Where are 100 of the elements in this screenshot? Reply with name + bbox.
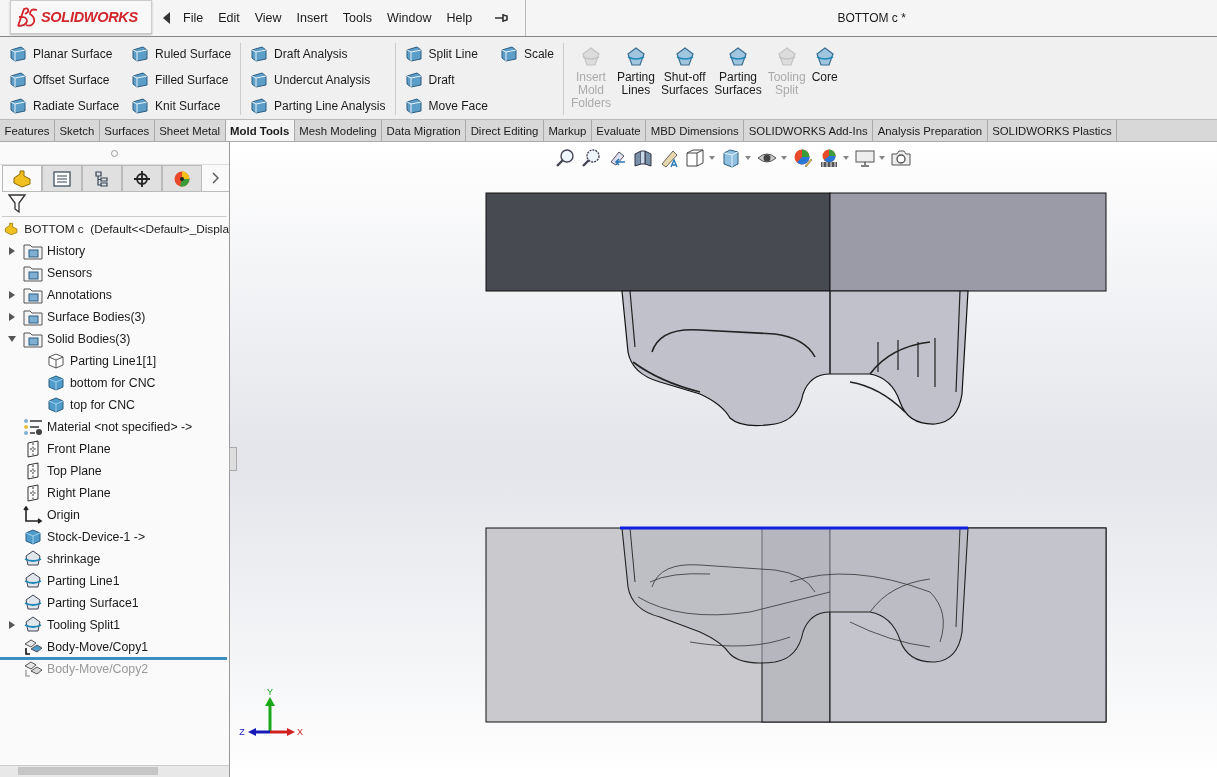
tree-item[interactable]: Origin xyxy=(47,508,80,522)
folder-icon xyxy=(23,330,43,348)
tree-item[interactable]: bottom for CNC xyxy=(70,376,156,390)
cube-icon xyxy=(23,528,43,546)
logo-text: SOLIDWORKS xyxy=(41,9,138,25)
panel-resize-handle[interactable] xyxy=(229,447,237,471)
ribbon-tab[interactable]: Mold Tools xyxy=(225,120,295,141)
tree-item[interactable]: Top Plane xyxy=(47,464,102,478)
ribbon-tool[interactable]: Draft Analysis xyxy=(247,41,389,67)
tree-item[interactable]: BOTTOM c (Default<<Default>_Displa xyxy=(24,222,229,236)
caret-icon[interactable] xyxy=(781,156,787,160)
ribbon-tool[interactable]: Offset Surface xyxy=(6,67,123,93)
ribbon-tool[interactable]: Parting Line Analysis xyxy=(247,93,389,119)
tree-item[interactable]: Front Plane xyxy=(47,442,111,456)
tree-item[interactable]: Sensors xyxy=(47,266,93,280)
scene-icon[interactable] xyxy=(819,148,839,168)
axes-icon xyxy=(23,506,43,524)
annotation-icon[interactable] xyxy=(659,148,679,168)
axis-label: X xyxy=(297,727,303,737)
tree-item[interactable]: shrinkage xyxy=(47,552,101,566)
menu-item[interactable]: Edit xyxy=(218,11,240,25)
collapsed-arrow-icon[interactable] xyxy=(8,621,16,629)
tree-item[interactable]: Parting Line1[1] xyxy=(70,354,157,368)
menu-item[interactable]: File xyxy=(183,11,204,25)
folder-icon xyxy=(23,308,43,326)
part-icon xyxy=(4,220,19,238)
expanded-arrow-icon[interactable] xyxy=(8,335,16,343)
collapsed-arrow-icon[interactable] xyxy=(8,291,16,299)
ribbon-button[interactable]: Parting Surfaces xyxy=(713,47,763,119)
shape-icon xyxy=(579,47,602,67)
tree-item[interactable]: Parting Line1 xyxy=(47,574,120,588)
tree-item[interactable]: Tooling Split1 xyxy=(47,618,121,632)
menu-item[interactable]: View xyxy=(254,11,282,25)
ribbon-tool[interactable]: Planar Surface xyxy=(6,41,123,67)
shape-icon xyxy=(131,46,150,62)
shape-icon xyxy=(673,47,696,67)
monitor-icon[interactable] xyxy=(855,148,875,168)
menu-item[interactable]: Tools xyxy=(342,11,373,25)
caret-icon[interactable] xyxy=(745,156,751,160)
document-title: BOTTOM c * xyxy=(837,11,906,25)
left-arrow-icon[interactable] xyxy=(163,12,171,24)
tree-item[interactable]: Annotations xyxy=(47,288,112,302)
ribbon-tool[interactable]: Scale xyxy=(496,41,557,67)
folder-icon xyxy=(23,242,43,260)
caret-icon[interactable] xyxy=(843,156,849,160)
ribbon-tool[interactable]: Radiate Surface xyxy=(6,93,123,119)
tree-item[interactable]: Right Plane xyxy=(47,486,111,500)
menu-item[interactable]: Window xyxy=(387,11,432,25)
cube-icon xyxy=(46,352,66,370)
pin-icon[interactable] xyxy=(495,13,510,23)
caret-icon[interactable] xyxy=(709,156,715,160)
folder-icon xyxy=(23,264,43,282)
scrollbar-thumb[interactable] xyxy=(18,767,158,775)
zoom-icon[interactable] xyxy=(581,148,601,168)
cube-icon xyxy=(46,396,66,414)
shape-icon xyxy=(404,98,423,114)
caret-icon[interactable] xyxy=(879,156,885,160)
camera-icon[interactable] xyxy=(891,148,911,168)
cube-icon[interactable] xyxy=(685,148,705,168)
panel-tab[interactable] xyxy=(122,165,162,191)
section-view-icon[interactable] xyxy=(633,148,653,168)
ribbon-button[interactable]: Shut-off Surfaces xyxy=(659,47,710,119)
tree-item[interactable]: History xyxy=(47,244,86,258)
ribbon-tool[interactable]: Knit Surface xyxy=(128,93,235,119)
ribbon-tool[interactable]: Split Line xyxy=(401,41,491,67)
chevron-right-icon[interactable] xyxy=(212,172,220,184)
crosshair-icon xyxy=(132,169,152,188)
tree-item[interactable]: Parting Surface1 xyxy=(47,596,139,610)
z-axis-arrow xyxy=(248,728,270,736)
tree-item[interactable]: Solid Bodies(3) xyxy=(47,332,131,346)
collapsed-arrow-icon[interactable] xyxy=(8,247,16,255)
cube-icon xyxy=(46,374,66,392)
shape-icon xyxy=(250,72,269,88)
menu-item[interactable]: Insert xyxy=(296,11,328,25)
ribbon-tool[interactable]: Draft xyxy=(401,67,491,93)
cube-icon[interactable] xyxy=(721,148,741,168)
tree-item[interactable]: Body-Move/Copy1 xyxy=(47,640,149,654)
tree-item[interactable]: top for CNC xyxy=(70,398,135,412)
tree-item[interactable]: Surface Bodies(3) xyxy=(47,310,146,324)
menu-item[interactable]: Help xyxy=(446,11,473,25)
list-icon xyxy=(52,169,72,188)
axis-label: Y xyxy=(267,687,273,697)
ribbon-tool[interactable]: Undercut Analysis xyxy=(247,67,389,93)
ribbon-button[interactable]: Core xyxy=(810,47,839,119)
logo[interactable]: SOLIDWORKS xyxy=(10,0,152,34)
shape-icon xyxy=(404,46,423,62)
zoom-icon[interactable] xyxy=(555,148,575,168)
filter-icon[interactable] xyxy=(8,194,26,214)
ribbon-tool[interactable]: Move Face xyxy=(401,93,491,119)
collapsed-arrow-icon[interactable] xyxy=(8,313,16,321)
tree-item[interactable]: Material <not specified> -> xyxy=(47,420,193,434)
appearance-icon[interactable] xyxy=(793,148,813,168)
move-bodies-icon xyxy=(23,660,43,678)
ribbon-tool[interactable]: Filled Surface xyxy=(128,67,235,93)
shape-icon xyxy=(131,72,150,88)
shape-icon xyxy=(131,98,150,114)
ribbon-button[interactable]: Parting Lines xyxy=(615,47,656,119)
ribbon-tool[interactable]: Ruled Surface xyxy=(128,41,235,67)
tree-item[interactable]: Stock-Device-1 -> xyxy=(47,530,146,544)
shape-icon xyxy=(726,47,749,67)
